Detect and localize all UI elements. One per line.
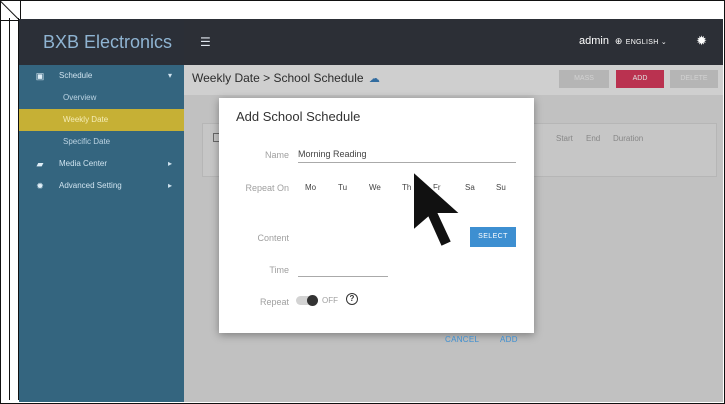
- add-schedule-dialog: Add School Schedule Name Morning Reading…: [219, 98, 534, 344]
- top-bar: ☰ admin ⊕ ENGLISH ⌄ ✹: [184, 19, 723, 65]
- gear-icon: ✹: [36, 181, 44, 191]
- day-wednesday[interactable]: We: [369, 183, 381, 192]
- name-field[interactable]: Morning Reading: [298, 149, 367, 159]
- app-window: BXB Electronics ▣ Schedule ▾ Overview We…: [19, 19, 723, 402]
- calendar-icon: ▣: [35, 71, 45, 81]
- day-thursday[interactable]: Th: [402, 183, 411, 192]
- repeat-toggle[interactable]: [296, 295, 318, 306]
- sidebar-item-weekly-date[interactable]: Weekly Date: [19, 109, 184, 131]
- menu-icon[interactable]: ☰: [200, 35, 211, 49]
- chevron-right-icon: ▸: [167, 159, 172, 168]
- content-label: Content: [257, 233, 289, 243]
- name-field-underline: [298, 162, 516, 163]
- chevron-right-icon: ▸: [167, 181, 172, 190]
- cancel-button[interactable]: CANCEL: [445, 335, 479, 344]
- sidebar-item-label: Media Center: [59, 159, 108, 168]
- repeat-on-label: Repeat On: [245, 183, 289, 193]
- toggle-knob: [307, 295, 318, 306]
- day-monday[interactable]: Mo: [305, 183, 316, 192]
- time-label: Time: [269, 265, 289, 275]
- sidebar-item-label: Schedule: [59, 71, 93, 80]
- language-selector[interactable]: ⊕ ENGLISH ⌄: [615, 36, 667, 47]
- day-sunday[interactable]: Su: [496, 183, 506, 192]
- day-tuesday[interactable]: Tu: [338, 183, 347, 192]
- name-label: Name: [264, 150, 289, 160]
- time-field[interactable]: [298, 276, 388, 277]
- sidebar-item-specific-date[interactable]: Specific Date: [19, 131, 184, 153]
- globe-icon: ⊕: [614, 36, 623, 46]
- sidebar-item-label: Advanced Setting: [59, 181, 122, 190]
- dialog-title: Add School Schedule: [236, 109, 361, 124]
- frame-left-edge: [9, 18, 19, 400]
- add-confirm-button[interactable]: ADD: [500, 335, 518, 344]
- sidebar-item-overview[interactable]: Overview: [19, 87, 184, 109]
- repeat-state: OFF: [322, 296, 338, 305]
- mouse-pointer-icon: [412, 169, 464, 249]
- chevron-down-icon: ⌄: [660, 39, 667, 46]
- language-label: ENGLISH: [625, 39, 659, 46]
- user-name[interactable]: admin: [579, 35, 609, 47]
- repeat-label: Repeat: [259, 297, 289, 307]
- folder-icon: ▰: [36, 159, 44, 169]
- chevron-down-icon: ▾: [167, 71, 172, 80]
- sidebar-item-advanced-setting[interactable]: ✹ Advanced Setting ▸: [19, 175, 184, 197]
- sidebar-item-media-center[interactable]: ▰ Media Center ▸: [19, 153, 184, 175]
- settings-gear-icon[interactable]: ✹: [696, 33, 707, 49]
- help-icon[interactable]: ?: [346, 293, 358, 305]
- brand-title: BXB Electronics: [19, 19, 184, 65]
- sidebar: BXB Electronics ▣ Schedule ▾ Overview We…: [19, 19, 184, 402]
- sidebar-item-schedule[interactable]: ▣ Schedule ▾: [19, 65, 184, 87]
- select-content-button[interactable]: SELECT: [470, 227, 516, 247]
